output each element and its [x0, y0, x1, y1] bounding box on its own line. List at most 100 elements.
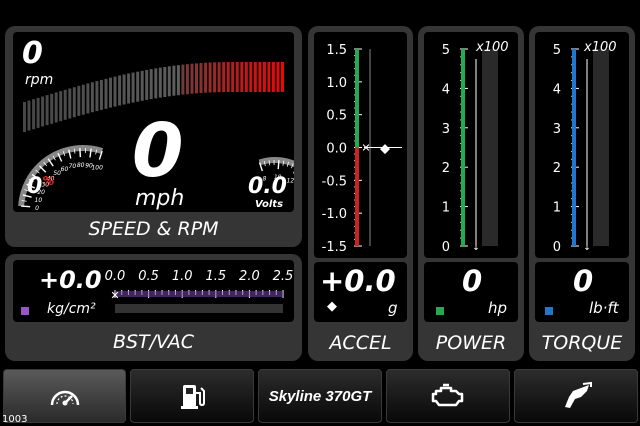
speed-rpm-title: SPEED & RPM [88, 218, 219, 240]
rpm-segment [72, 87, 76, 118]
rpm-segment [208, 62, 212, 93]
rpm-segment [45, 95, 49, 126]
tab-engine[interactable] [386, 369, 510, 423]
power-panel: 5 4 3 2 1 0 ↓ x100 0 hp POWER [418, 26, 524, 361]
rpm-segment [244, 62, 248, 92]
boost-tick-label: 0.0 [105, 269, 126, 284]
rpm-segment [54, 92, 58, 123]
boost-tick-label: 2.0 [239, 269, 260, 284]
dial-tick-label: 100 [91, 164, 103, 171]
rpm-segment [99, 79, 103, 110]
fuel-nozzle-icon [565, 381, 592, 408]
rpm-segment [86, 83, 90, 114]
volts-unit: Volts [255, 199, 284, 210]
rpm-unit: rpm [25, 72, 54, 88]
rpm-segment [154, 68, 158, 99]
torque-title: TORQUE [541, 332, 623, 354]
boost-bar-background [115, 304, 283, 313]
scale-tick-label: 5 [442, 43, 450, 58]
power-multiplier: x100 [476, 40, 509, 55]
boost-tick-label: 1.5 [205, 269, 226, 284]
scale-tick-label: 1.5 [326, 43, 347, 58]
bottom-tab-bar: Skyline 370GT [0, 365, 640, 426]
accel-negative-bar [355, 147, 359, 246]
accel-title: ACCEL [329, 332, 392, 354]
rpm-segment [23, 102, 26, 132]
dial-tick [21, 205, 31, 208]
accel-scale-display: 1.5 1.0 0.5 0.0 -0.5 -1.0 -1.5 ✕ ◆ [314, 32, 407, 258]
scale-tick-label: -0.5 [322, 174, 347, 189]
torque-value: 0 [573, 264, 594, 298]
status-code: 1003 [2, 414, 28, 425]
rpm-segment [149, 69, 153, 100]
rpm-segment [195, 63, 198, 94]
power-scale: 5 4 3 2 1 0 ↓ [442, 43, 498, 255]
rpm-segment [118, 75, 122, 106]
boost-panel: 0.0 0.5 1.0 1.5 2.0 2.5 ✕ +0.0 kg/cm² BST/VAC [5, 254, 302, 361]
rpm-segment [235, 62, 239, 92]
rpm-segment [253, 62, 257, 92]
power-unit: hp [488, 299, 508, 317]
scale-tick-label: 0.0 [326, 142, 347, 157]
power-scale-display: 5 4 3 2 1 0 ↓ [424, 32, 518, 258]
vehicle-name-label: Skyline 370GT [268, 387, 372, 405]
scale-tick-label: 0.5 [326, 109, 347, 124]
rpm-segment [213, 62, 217, 93]
rpm-segment [90, 82, 94, 113]
tab-vehicle[interactable]: Skyline 370GT [258, 369, 382, 423]
power-title: POWER [435, 332, 507, 354]
throttle-value: 0% [27, 174, 54, 199]
rpm-segment [199, 63, 203, 93]
rpm-segment [104, 78, 108, 109]
diamond-icon: ◆ [327, 299, 337, 314]
rpm-segment [32, 99, 36, 130]
rpm-segment [240, 62, 244, 92]
dial-tick-label: 80 [77, 162, 85, 169]
rpm-segment [63, 89, 67, 120]
scale-tick-label: 0 [553, 240, 561, 255]
dial-tick-label: 12 [287, 178, 294, 185]
rpm-segment [41, 96, 45, 127]
accel-diamond-marker: ◆ [380, 142, 390, 157]
rpm-segment [131, 72, 135, 103]
scale-tick-label: 0 [442, 240, 450, 255]
speedometer-icon [50, 390, 79, 406]
torque-bar-background [593, 49, 609, 246]
rpm-segment [249, 62, 253, 92]
power-color-marker [436, 307, 444, 315]
scale-tick-label: 5 [553, 43, 561, 58]
rpm-segment [77, 85, 81, 116]
boost-tick-label: 0.5 [138, 269, 159, 284]
rpm-segment [140, 70, 144, 101]
rpm-segment [68, 88, 72, 119]
rpm-segment [122, 74, 126, 105]
accel-positive-bar [355, 49, 359, 148]
rpm-segment [27, 100, 31, 131]
boost-tick-label: 1.0 [172, 269, 193, 284]
dial-tick [277, 160, 280, 170]
scale-tick-label: 4 [553, 82, 561, 97]
rpm-segment [59, 91, 63, 122]
rpm-segment [36, 97, 40, 128]
torque-multiplier: x100 [584, 40, 617, 55]
torque-scale: 5 4 3 2 1 0 ↓ [553, 43, 609, 255]
rpm-segment [95, 81, 99, 112]
tab-fuel-nozzle[interactable] [514, 369, 638, 423]
power-value: 0 [462, 264, 483, 298]
rpm-segment [204, 62, 208, 93]
boost-unit: kg/cm² [47, 301, 96, 317]
rpm-segment [262, 62, 266, 92]
rpm-segment [81, 84, 85, 115]
rpm-segment [176, 65, 180, 96]
rpm-segment [217, 62, 221, 93]
tab-fuel[interactable] [130, 369, 254, 423]
rpm-segment [226, 62, 230, 92]
scale-tick-label: -1.0 [322, 207, 347, 222]
speed-unit: mph [135, 186, 185, 211]
rpm-segment [145, 69, 149, 100]
boost-title: BST/VAC [112, 331, 195, 353]
rpm-segment [167, 66, 171, 97]
scale-tick-label: 1 [553, 201, 561, 216]
rpm-segment [267, 62, 271, 92]
rpm-segment [109, 77, 112, 108]
